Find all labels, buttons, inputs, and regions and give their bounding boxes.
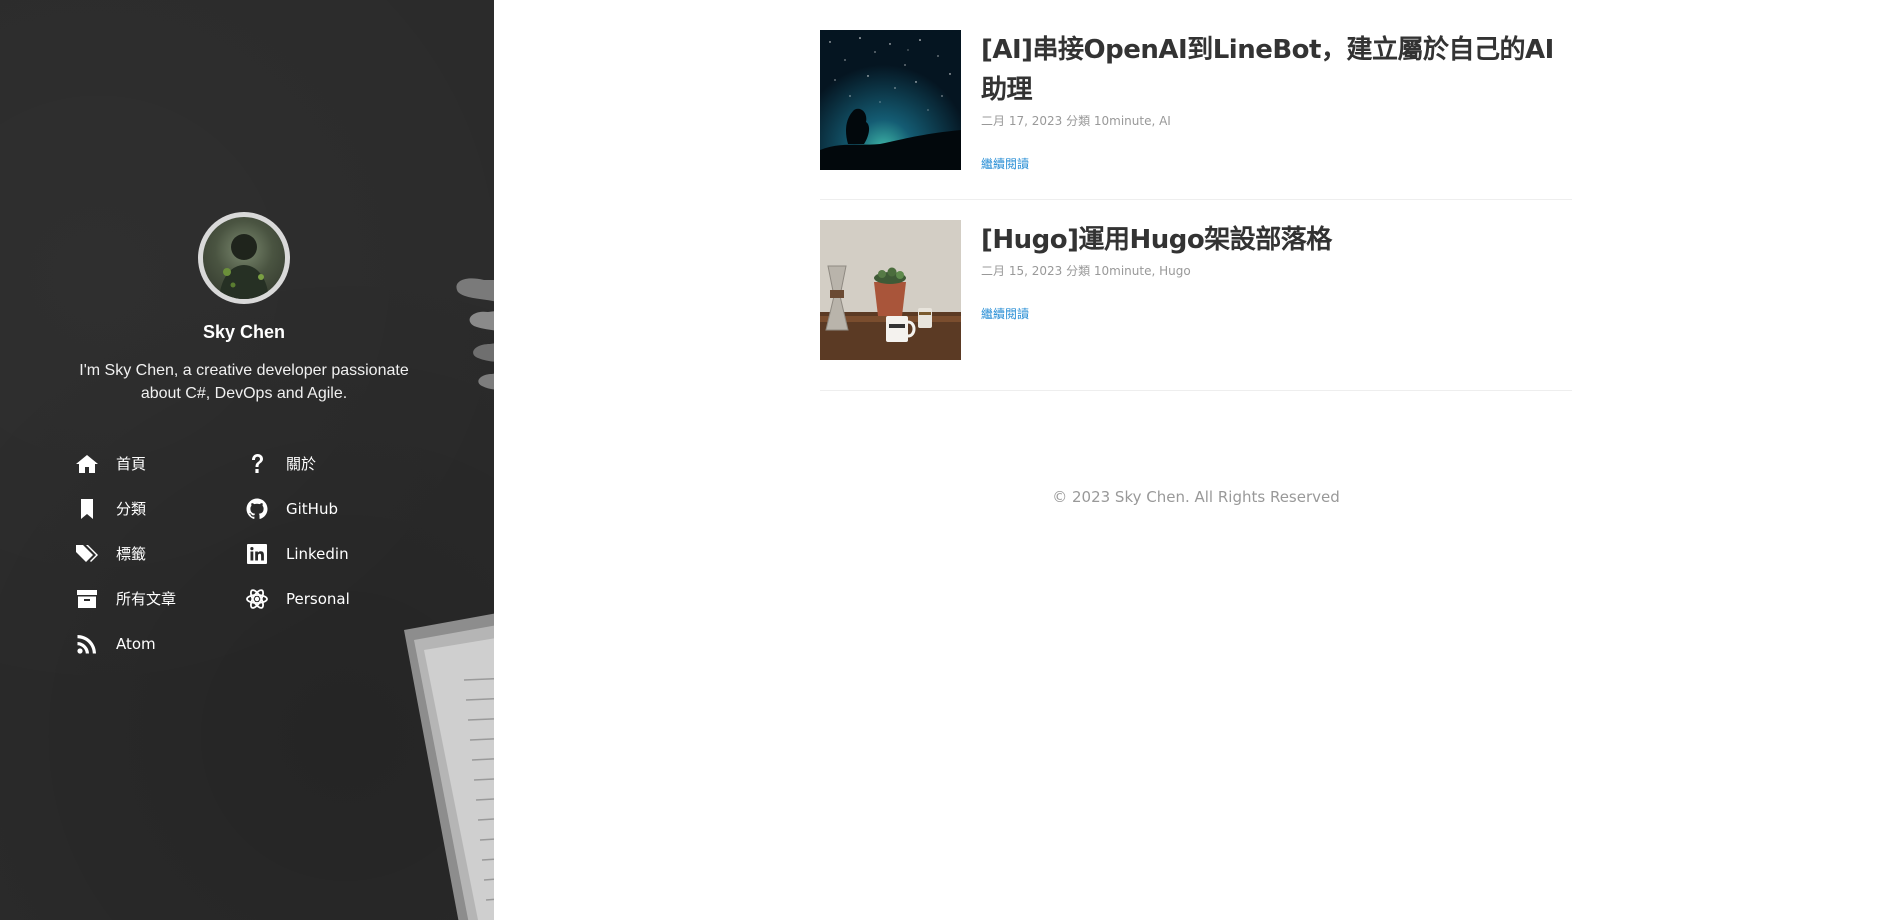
read-more-link[interactable]: 繼續閱讀: [981, 305, 1029, 322]
author-bio: I'm Sky Chen, a creative developer passi…: [79, 362, 409, 402]
rss-icon: [74, 631, 100, 657]
home-icon: [74, 451, 100, 477]
post-title[interactable]: [Hugo]運用Hugo架設部落格: [981, 220, 1571, 260]
nav-item-tags[interactable]: 標籤: [74, 531, 244, 576]
nav-label: 所有文章: [116, 590, 177, 608]
github-icon: [244, 496, 270, 522]
nav-item-archive[interactable]: 所有文章: [74, 576, 244, 621]
question-icon: [244, 451, 270, 477]
avatar-image: [203, 217, 285, 299]
post-item: [Hugo]運用Hugo架設部落格 二月 15, 2023 分類 10minut…: [820, 220, 1572, 391]
profile-section: Sky Chen I'm Sky Chen, a creative develo…: [0, 212, 488, 405]
archive-icon: [74, 586, 100, 612]
read-more-link[interactable]: 繼續閱讀: [981, 155, 1029, 172]
footer: © 2023 Sky Chen. All Rights Reserved: [820, 488, 1572, 506]
nav-label: 首頁: [116, 455, 147, 473]
coffee-table-image: [820, 220, 961, 360]
nav-item-home[interactable]: 首頁: [74, 441, 244, 486]
copyright-text: © 2023 Sky Chen. All Rights Reserved: [1052, 488, 1340, 506]
post-body: [AI]串接OpenAI到LineBot，建立屬於自己的AI助理 二月 17, …: [981, 30, 1571, 199]
post-meta: 二月 17, 2023 分類 10minute, AI: [981, 114, 1171, 128]
post-meta: 二月 15, 2023 分類 10minute, Hugo: [981, 264, 1191, 278]
author-name[interactable]: Sky Chen: [0, 322, 488, 343]
nav-label: Atom: [116, 634, 156, 653]
post-thumbnail[interactable]: [820, 220, 961, 360]
avatar[interactable]: [198, 212, 290, 304]
nav-label: Linkedin: [286, 544, 349, 563]
nav-item-github[interactable]: GitHub: [244, 486, 414, 531]
tags-icon: [74, 541, 100, 567]
sidebar: Sky Chen I'm Sky Chen, a creative develo…: [0, 0, 494, 920]
nav-label: 標籤: [116, 545, 147, 563]
bookmark-icon: [74, 496, 100, 522]
sidebar-nav: 首頁 關於 分類 GitHub 標籤 Linkedin 所有文章 Persona…: [74, 441, 414, 666]
nav-label: GitHub: [286, 499, 338, 518]
nav-item-about[interactable]: 關於: [244, 441, 414, 486]
linkedin-icon: [244, 541, 270, 567]
nav-item-atom-feed[interactable]: Atom: [74, 621, 244, 666]
post-item: [AI]串接OpenAI到LineBot，建立屬於自己的AI助理 二月 17, …: [820, 30, 1572, 200]
post-list: [AI]串接OpenAI到LineBot，建立屬於自己的AI助理 二月 17, …: [820, 0, 1572, 391]
atom-icon: [244, 586, 270, 612]
nav-label: Personal: [286, 589, 350, 608]
nav-item-categories[interactable]: 分類: [74, 486, 244, 531]
post-body: [Hugo]運用Hugo架設部落格 二月 15, 2023 分類 10minut…: [981, 220, 1571, 390]
post-title[interactable]: [AI]串接OpenAI到LineBot，建立屬於自己的AI助理: [981, 30, 1571, 110]
starry-night-image: [820, 30, 961, 170]
nav-item-personal[interactable]: Personal: [244, 576, 414, 621]
nav-label: 分類: [116, 500, 147, 518]
nav-label: 關於: [286, 455, 317, 473]
nav-item-linkedin[interactable]: Linkedin: [244, 531, 414, 576]
post-thumbnail[interactable]: [820, 30, 961, 170]
